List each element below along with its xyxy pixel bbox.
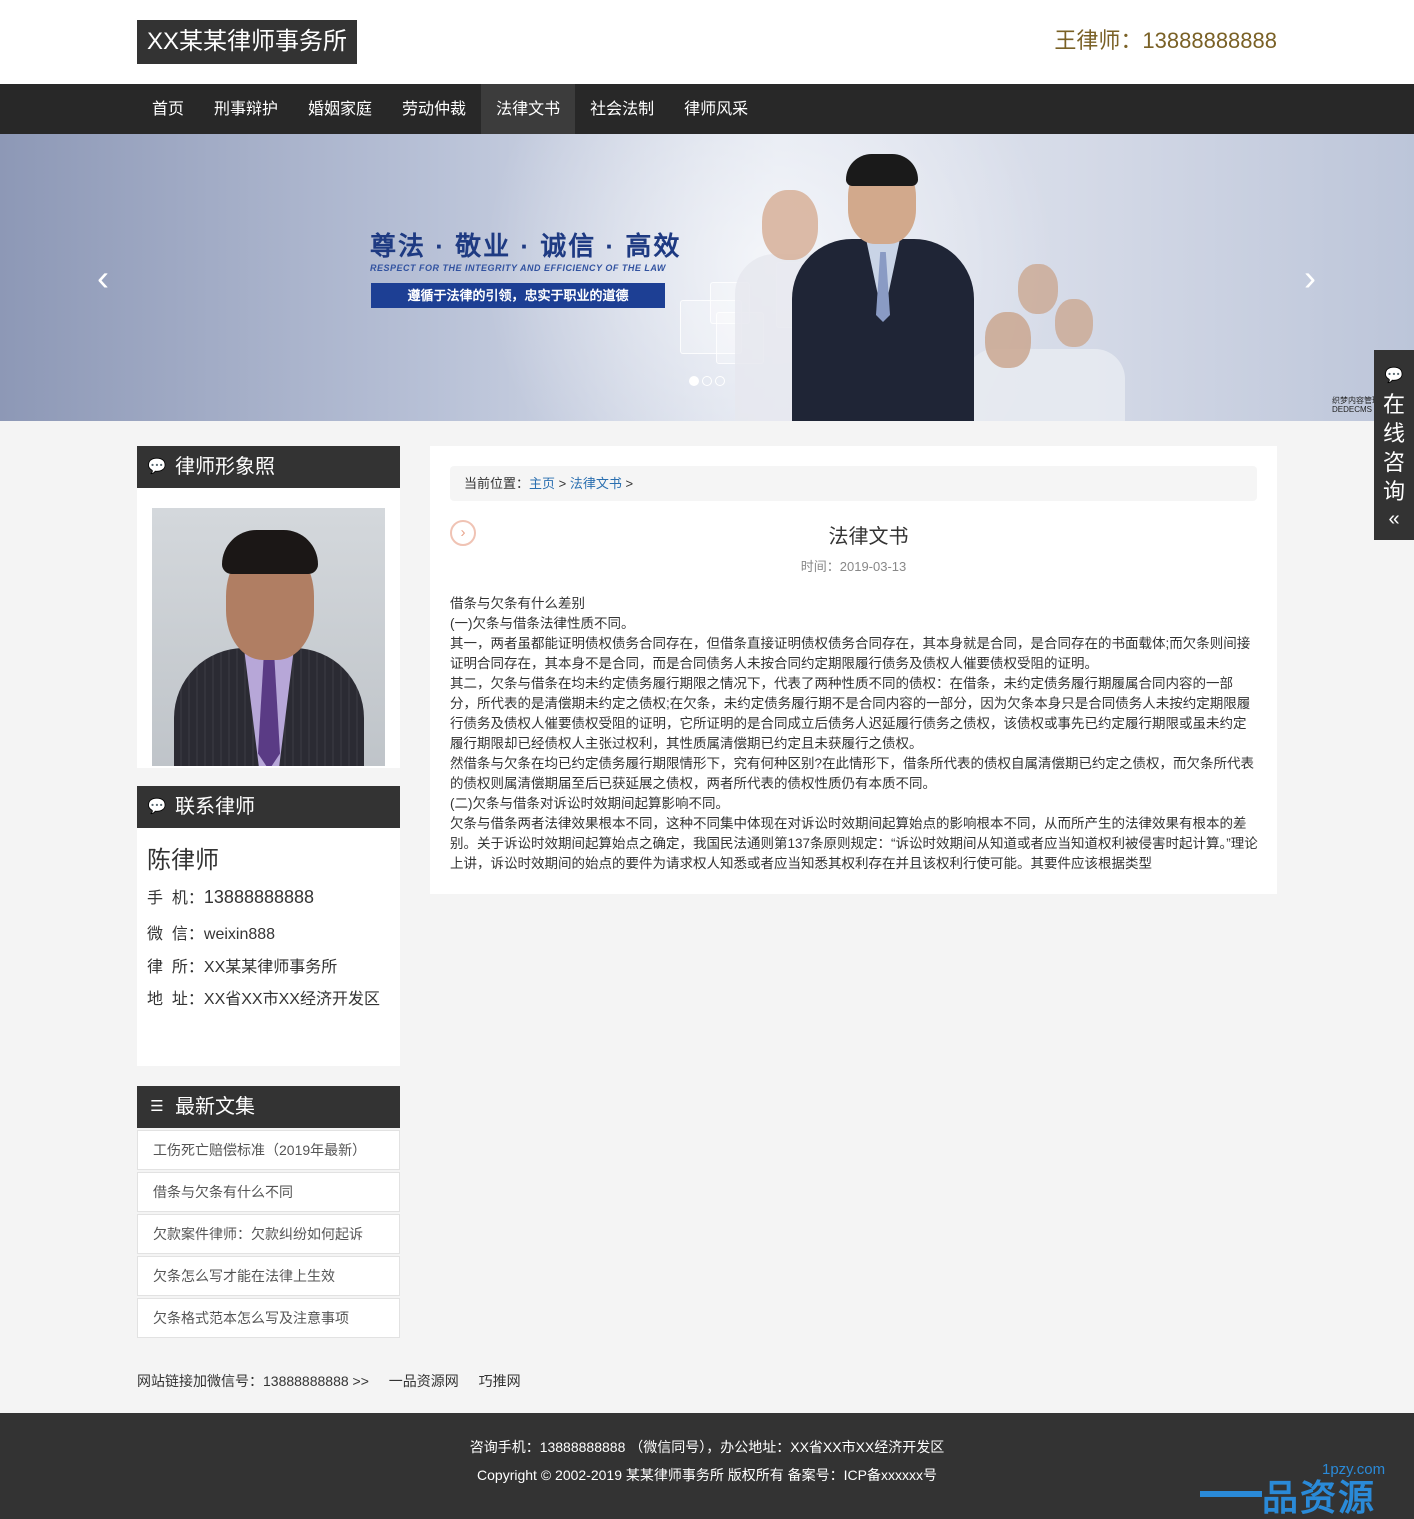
friend-link[interactable]: 巧推网 (479, 1373, 521, 1389)
article-panel: 当前位置：主页 > 法律文书 > › 法律文书 时间：2019-03-13 借条… (430, 446, 1277, 894)
friend-links-label: 网站链接加微信号：13888888888 >> (137, 1373, 369, 1389)
banner-person-secondary-head (762, 190, 818, 260)
panel-title: 联系律师 (175, 796, 255, 818)
banner-slider: 尊法 · 敬业 · 诚信 · 高效 RESPECT FOR THE INTEGR… (0, 134, 1414, 421)
article-paragraph: (二)欠条与借条对诉讼时效期间起算影响不同。 (450, 796, 729, 811)
latest-articles-panel: ☰ 最新文集 工伤死亡赔偿标准（2019年最新） 借条与欠条有什么不同 欠款案件律师… (137, 1086, 400, 1338)
article-list-item[interactable]: 欠款案件律师：欠款纠纷如何起诉 (137, 1214, 400, 1254)
banner-subtitle: RESPECT FOR THE INTEGRITY AND EFFICIENCY… (370, 263, 666, 273)
breadcrumb: 当前位置：主页 > 法律文书 > (450, 466, 1257, 501)
lawer-photo-panel: 💬 律师形象照 (137, 446, 400, 768)
lawyer-name: 陈律师 (147, 847, 219, 874)
lawyer-portrait (152, 508, 385, 766)
contact-firm: 律 所：XX某某律师事务所 (147, 959, 338, 976)
panel-header: 💬 联系律师 (137, 786, 400, 828)
friend-link[interactable]: 一品资源网 (389, 1373, 459, 1389)
double-chevron-left-icon: « (1388, 508, 1400, 530)
chat-icon: 💬 (147, 798, 167, 815)
contact-phone: 手 机：13888888888 (147, 887, 315, 907)
article-paragraph: 欠条与借条两者法律效果根本不同，这种不同集中体现在对诉讼时效期间起算始点的影响根… (450, 816, 1258, 871)
nav-item[interactable]: 刑事辩护 (199, 84, 293, 134)
hotline-text: 王律师：13888888888 (1054, 28, 1277, 53)
friend-links: 网站链接加微信号：13888888888 >> 一品资源网 巧推网 (137, 1372, 537, 1390)
nav-item[interactable]: 法律文书 (481, 84, 576, 134)
article-body: 借条与欠条有什么差别 (一)欠条与借条法律性质不同。其一，两者虽都能证明债权债务合… (450, 594, 1259, 876)
banner-title: 尊法 · 敬业 · 诚信 · 高效 (370, 231, 682, 261)
article-paragraph: 然借条与欠条在均已约定债务履行期限情形下，究有何种区别?在此情形下，借条所代表的… (450, 756, 1255, 791)
article-date: 时间：2019-03-13 (800, 559, 907, 574)
contact-panel: 💬 联系律师 陈律师 手 机：13888888888 微 信：weixin888… (137, 786, 400, 1066)
panel-title: 最新文集 (175, 1096, 255, 1118)
site-header: XX某某律师事务所 王律师：13888888888 (0, 0, 1414, 84)
article-list-item[interactable]: 工伤死亡赔偿标准（2019年最新） (137, 1130, 400, 1170)
panel-header: 💬 律师形象照 (137, 446, 400, 488)
contact-wechat: 微 信：weixin888 (147, 926, 276, 943)
panel-header: ☰ 最新文集 (137, 1086, 400, 1128)
footer-contact: 咨询手机：13888888888 （微信同号），办公地址：XX省XX市XX经济开… (469, 1439, 945, 1455)
site-logo[interactable]: XX某某律师事务所 (137, 20, 358, 64)
main-nav: 首页 刑事辩护 婚姻家庭 劳动仲裁 法律文书 社会法制 律师风采 (0, 84, 1414, 134)
article-list-item[interactable]: 欠条怎么写才能在法律上生效 (137, 1256, 400, 1296)
article-title: 法律文书 (828, 526, 909, 548)
article-paragraph: (一)欠条与借条法律性质不同。 (450, 616, 635, 631)
latest-articles-list: 工伤死亡赔偿标准（2019年最新） 借条与欠条有什么不同 欠款案件律师：欠款纠纷如何… (137, 1130, 400, 1338)
breadcrumb-home-link[interactable]: 主页 (529, 476, 555, 491)
article-paragraph: 其二，欠条与借条在均未约定债务履行期限之情况下，代表了两种性质不同的债权：在借条… (450, 676, 1251, 751)
nav-item[interactable]: 婚姻家庭 (293, 84, 387, 134)
nav-item[interactable]: 社会法制 (575, 84, 669, 134)
online-consult-label: 在线咨询 (1382, 392, 1405, 504)
contact-address: 地 址：XX省XX市XX经济开发区 (147, 991, 380, 1008)
banner-prev-arrow-icon[interactable]: ‹ (88, 256, 118, 300)
banner-group-person (1055, 299, 1093, 347)
banner-dot[interactable] (689, 376, 699, 386)
online-consult-button[interactable]: 💬 在线咨询 « (1374, 350, 1414, 540)
nav-item[interactable]: 律师风采 (669, 84, 763, 134)
nav-item[interactable]: 劳动仲裁 (387, 84, 481, 134)
article-paragraph: 其一，两者虽都能证明债权债务合同存在，但借条直接证明债权债务合同存在，其本身就是… (450, 636, 1251, 671)
breadcrumb-section-link[interactable]: 法律文书 (570, 476, 622, 491)
watermark-text: 品资源网 (1262, 1477, 1377, 1518)
banner-group-bodies (965, 349, 1125, 421)
banner-slogan: 遵循于法律的引领，忠实于职业的道德 (371, 283, 665, 308)
chat-icon: 💬 (1384, 367, 1404, 384)
banner-pagination (689, 376, 725, 386)
nav-item[interactable]: 首页 (137, 84, 199, 134)
banner-group-person (985, 312, 1031, 368)
site-footer: 咨询手机：13888888888 （微信同号），办公地址：XX省XX市XX经济开… (0, 1413, 1414, 1519)
watermark-logo: 1pzy.com 品资源网 (1200, 1459, 1410, 1518)
banner-group-person (1018, 264, 1058, 314)
nav-list: 首页 刑事辩护 婚姻家庭 劳动仲裁 法律文书 社会法制 律师风采 (137, 84, 763, 134)
banner-next-arrow-icon[interactable]: › (1295, 256, 1325, 300)
article-paragraph: 借条与欠条有什么差别 (450, 596, 585, 611)
banner-person-hair (846, 154, 918, 186)
banner-dot[interactable] (715, 376, 725, 386)
article-list-item[interactable]: 欠条格式范本怎么写及注意事项 (137, 1298, 400, 1338)
article-list-item[interactable]: 借条与欠条有什么不同 (137, 1172, 400, 1212)
panel-title: 律师形象照 (175, 456, 275, 478)
banner-dot[interactable] (702, 376, 712, 386)
chat-icon: 💬 (147, 458, 167, 475)
list-icon: ☰ (150, 1098, 164, 1115)
